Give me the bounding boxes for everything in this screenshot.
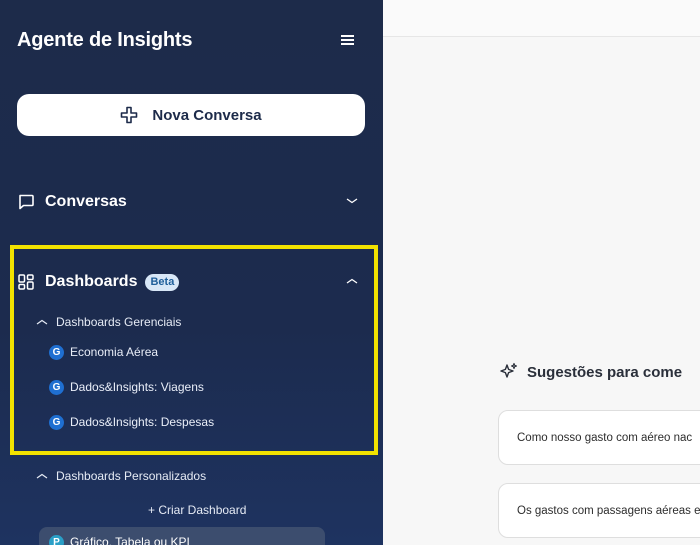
dashboards-section[interactable]: Dashboards Beta [17,270,363,294]
top-bar [383,0,700,37]
chevron-up-icon [36,473,48,479]
dashboard-item-label: Dados&Insights: Despesas [70,415,215,429]
suggestion-text: Os gastos com passagens aéreas e [517,504,700,517]
dashboard-item-viagens[interactable]: G Dados&Insights: Viagens [49,378,204,396]
dashboard-badge: G [49,414,64,430]
create-dashboard-button[interactable]: + Criar Dashboard [148,503,246,517]
dashboard-item-label: Dados&Insights: Viagens [70,380,204,394]
dashboard-item-label: Economia Aérea [70,345,159,359]
group-dashboards-gerenciais[interactable]: Dashboards Gerenciais [36,313,181,331]
suggestion-card[interactable]: Os gastos com passagens aéreas e [498,483,700,538]
dashboard-badge: G [49,344,64,360]
dashboards-label: Dashboards [45,273,138,290]
dashboard-item-economia-aerea[interactable]: G Economia Aérea [49,343,158,361]
sidebar: Agente de Insights Nova Conversa Convers… [0,0,383,545]
group-dashboards-personalizados[interactable]: Dashboards Personalizados [36,467,206,485]
suggestion-card[interactable]: Como nosso gasto com aéreo nac [498,410,700,465]
suggestions-title: Sugestões para come [527,363,683,381]
conversations-label: Conversas [45,193,127,210]
chevron-down-icon[interactable] [345,194,359,208]
suggestion-text: Como nosso gasto com aéreo nac [517,431,693,444]
dashboard-item-label: Gráfico, Tabela ou KPI [70,535,190,545]
new-chat-button[interactable]: Nova Conversa [17,94,365,136]
menu-icon[interactable] [339,33,357,49]
dashboard-grid-icon [18,274,34,290]
dashboard-badge: G [49,379,64,395]
chevron-up-icon[interactable] [345,274,359,288]
app-title: Agente de Insights [17,29,193,51]
group-label: Dashboards Personalizados [56,469,207,483]
conversations-section[interactable]: Conversas [17,190,363,214]
pinned-dashboard-item[interactable]: P Gráfico, Tabela ou KPI [39,527,325,545]
group-label: Dashboards Gerenciais [56,315,182,329]
new-chat-label: Nova Conversa [152,106,262,124]
plus-icon [121,106,138,124]
chevron-up-icon [36,319,48,325]
main-panel: Sugestões para come Como nosso gasto com… [383,0,700,545]
sparkle-icon [500,362,518,378]
dashboard-item-despesas[interactable]: G Dados&Insights: Despesas [49,413,214,431]
beta-badge: Beta [145,273,180,291]
suggestions-header: Sugestões para come [499,362,682,382]
chat-bubble-icon [19,194,34,210]
dashboard-badge: P [49,534,64,545]
